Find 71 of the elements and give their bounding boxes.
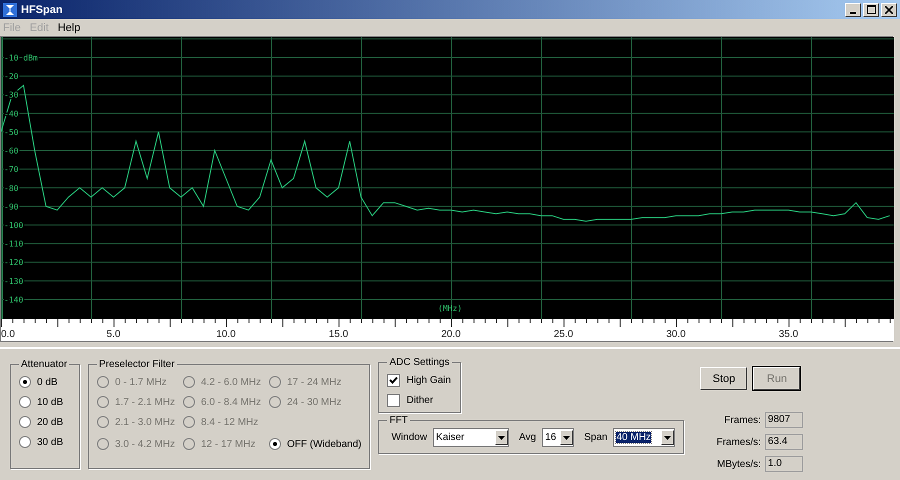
window-title: HFSpan — [21, 4, 64, 16]
close-icon — [885, 6, 893, 14]
stat-label: MBytes/s: — [717, 458, 761, 470]
radio-label: 10 dB — [37, 396, 64, 408]
group-title: ADC Settings — [388, 357, 450, 368]
radio-label: 0 - 1.7 MHz — [115, 376, 167, 388]
group-title: FFT — [388, 415, 409, 426]
checkbox-option[interactable]: Dither — [387, 390, 452, 410]
dropdown[interactable]: 16 — [542, 428, 574, 447]
field-label: Span — [584, 432, 608, 443]
radio-option[interactable]: OFF (Wideband) — [269, 434, 362, 454]
radio-label: 3.0 - 4.2 MHz — [115, 438, 176, 450]
minimize-button[interactable] — [845, 2, 861, 16]
axis-label: -50 — [4, 128, 18, 137]
axis-label: -130 — [4, 276, 24, 286]
field-label: Avg — [519, 432, 536, 443]
stat-value: 63.4 — [764, 434, 803, 450]
radio-label: 6.0 - 8.4 MHz — [201, 396, 262, 408]
close-button[interactable] — [881, 2, 897, 16]
radio-label: 4.2 - 6.0 MHz — [201, 376, 262, 388]
maximize-button[interactable] — [863, 2, 879, 16]
axis-label: -20 — [4, 72, 18, 82]
axis-unit-label: (MHz) — [438, 304, 462, 313]
stat-value: 9807 — [764, 412, 803, 428]
axis-label: 30.0 — [666, 329, 686, 340]
field-label: Window — [391, 432, 428, 443]
radio-label: OFF (Wideband) — [287, 438, 362, 450]
axis-label: -70 — [4, 165, 18, 174]
axis-label: -120 — [4, 258, 24, 268]
stat-value: 1.0 — [764, 456, 803, 472]
radio-label: 0 dB — [37, 376, 58, 388]
menu-item[interactable]: Help — [54, 22, 86, 34]
axis-label: -110 — [4, 240, 24, 249]
radio-option[interactable]: 30 dB — [19, 432, 71, 452]
radio-label: 30 dB — [37, 436, 64, 448]
stat-label: Frames/s: — [716, 436, 761, 448]
axis-label: 10.0 — [216, 329, 236, 340]
checkbox-label: High Gain — [406, 374, 451, 386]
radio-label: 8.4 - 12 MHz — [201, 416, 258, 428]
axis-label: 20.0 — [441, 329, 461, 340]
axis-label: 35.0 — [778, 329, 798, 340]
checkbox-option[interactable]: High Gain — [387, 370, 452, 390]
radio-option[interactable]: 20 dB — [19, 412, 71, 432]
axis-label: -100 — [4, 221, 24, 230]
axis-label: 0.0 — [1, 329, 15, 340]
minimize-icon — [850, 12, 856, 14]
axis-label: -140 — [4, 295, 24, 304]
radio-label: 12 - 17 MHz — [201, 438, 256, 450]
radio-label: 24 - 30 MHz — [287, 396, 342, 408]
axis-label: 15.0 — [328, 329, 348, 340]
radio-label: 1.7 - 2.1 MHz — [115, 396, 176, 408]
radio-label: 20 dB — [37, 416, 64, 428]
stat-label: Frames: — [724, 414, 761, 426]
group-title: Preselector Filter — [98, 359, 176, 370]
axis-label: 25.0 — [554, 329, 574, 340]
action-button[interactable]: Stop — [700, 367, 748, 390]
axis-label: -90 — [4, 202, 18, 212]
radio-option[interactable]: 0 dB — [19, 372, 71, 392]
radio-label: 17 - 24 MHz — [287, 376, 342, 388]
group-title: Attenuator — [20, 359, 68, 370]
axis-label: -10 dBm — [4, 53, 38, 62]
dropdown[interactable]: Kaiser — [433, 428, 510, 447]
app-icon — [3, 2, 17, 16]
dropdown[interactable]: 40 MHz — [613, 428, 676, 447]
maximize-icon — [866, 5, 876, 14]
radio-option[interactable]: 10 dB — [19, 392, 71, 412]
axis-label: 5.0 — [106, 329, 120, 340]
radio-label: 2.1 - 3.0 MHz — [115, 416, 176, 428]
checkbox-label: Dither — [406, 394, 434, 406]
axis-label: -80 — [4, 184, 18, 193]
axis-label: -60 — [4, 146, 18, 156]
